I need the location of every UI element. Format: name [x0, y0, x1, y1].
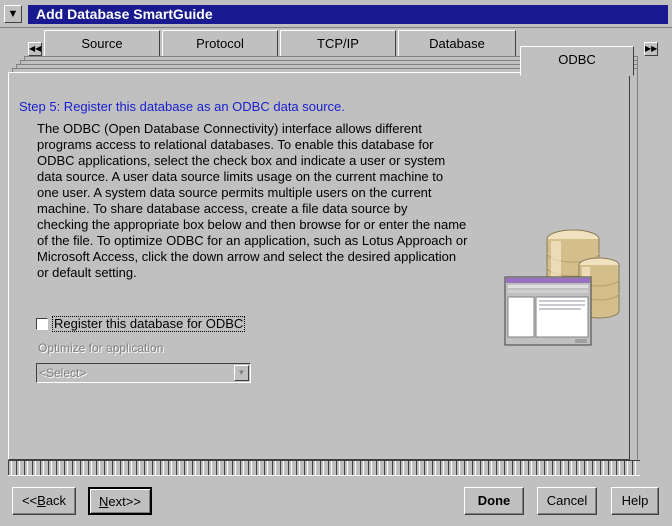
done-button[interactable]: Done [464, 487, 524, 515]
description-line: machine. To share database access, creat… [37, 201, 408, 216]
optimize-label: Optimize for application [38, 341, 164, 355]
next-accel: N [99, 494, 109, 509]
next-rest: ext>> [108, 494, 141, 509]
system-menu-icon[interactable]: ▼ [4, 5, 22, 23]
tab-label: Protocol [196, 36, 244, 51]
application-window-icon [504, 276, 592, 346]
back-accel: B [37, 493, 46, 508]
register-odbc-label[interactable]: Register this database for ODBC [52, 316, 246, 332]
description: The ODBC (Open Database Connectivity) in… [37, 121, 487, 281]
register-odbc-checkbox[interactable] [36, 318, 48, 330]
description-line: The ODBC (Open Database Connectivity) in… [37, 121, 422, 136]
step-heading: Step 5: Register this database as an ODB… [19, 99, 345, 114]
tab-source[interactable]: Source [44, 30, 160, 57]
optimize-application-select: <Select> ▼ [36, 363, 251, 383]
notebook-binding [8, 460, 640, 476]
title-bar: ▼ Add Database SmartGuide [0, 0, 672, 28]
tab-label: ODBC [558, 52, 596, 67]
next-button[interactable]: Next>> [88, 487, 152, 515]
optimize-select-value: <Select> [39, 366, 87, 380]
chevron-down-icon: ▼ [234, 365, 249, 381]
back-prefix: << [21, 493, 38, 508]
tab-tcpip[interactable]: TCP/IP [280, 30, 396, 57]
back-button[interactable]: <<Back [12, 487, 76, 515]
tab-scroll-right-icon[interactable]: ▶▶ [644, 42, 658, 56]
description-line: one user. A system data source permits m… [37, 185, 432, 200]
tab-label: Database [429, 36, 485, 51]
odbc-database-illustration [504, 229, 620, 346]
description-line: of the file. To optimize ODBC for an app… [37, 233, 468, 248]
tab-scroll-left-icon[interactable]: ◀◀ [28, 42, 42, 56]
description-line: or default setting. [37, 265, 137, 280]
description-line: checking the appropriate box below and t… [37, 217, 467, 232]
description-line: programs access to relational databases.… [37, 137, 434, 152]
description-line: data source. A user data source limits u… [37, 169, 444, 184]
description-line: Microsoft Access, click the down arrow a… [37, 249, 457, 264]
help-button[interactable]: Help [611, 487, 659, 515]
odbc-page: Step 5: Register this database as an ODB… [8, 72, 630, 460]
window-title: Add Database SmartGuide [28, 5, 668, 24]
back-rest: ack [45, 493, 67, 508]
description-line: ODBC applications, select the check box … [37, 153, 446, 168]
tab-label: TCP/IP [317, 36, 359, 51]
tab-protocol[interactable]: Protocol [162, 30, 278, 57]
tab-database[interactable]: Database [398, 30, 516, 57]
tab-odbc[interactable]: ODBC [520, 46, 634, 76]
cancel-button[interactable]: Cancel [537, 487, 597, 515]
tab-label: Source [81, 36, 123, 51]
